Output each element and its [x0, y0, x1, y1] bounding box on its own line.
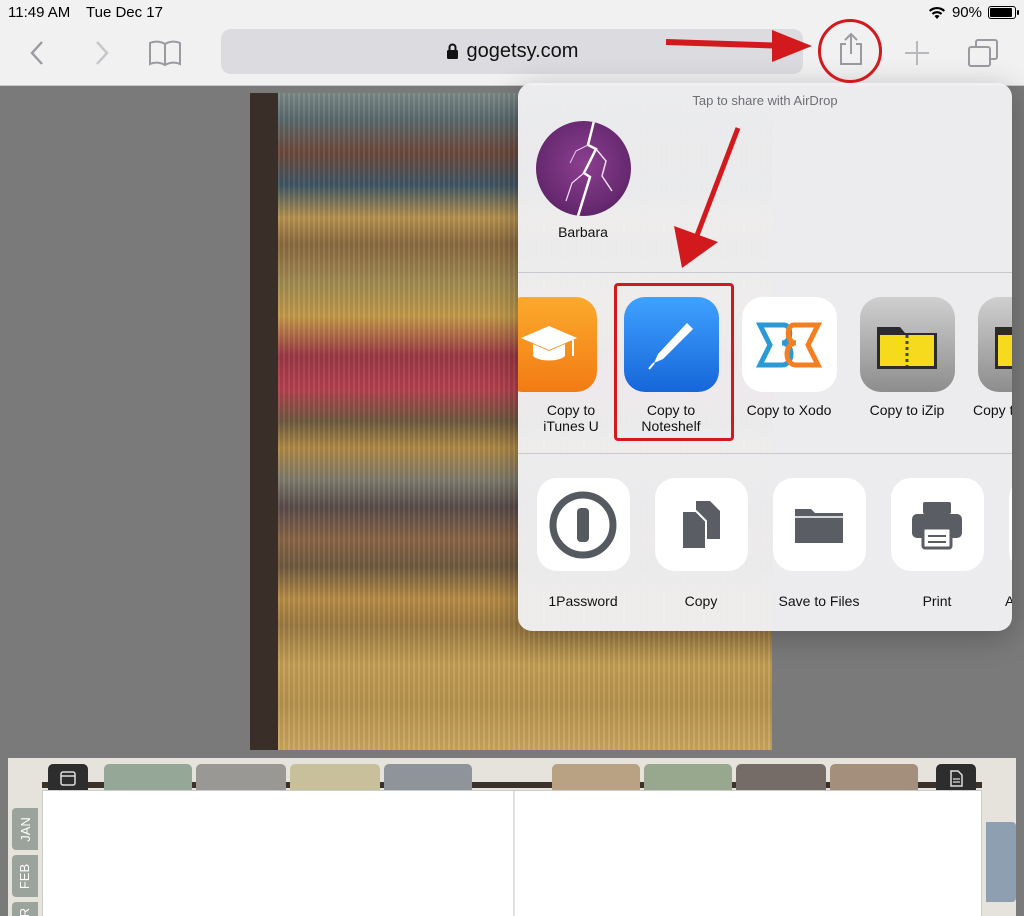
action-copy[interactable]: Copy	[646, 478, 756, 609]
copy-icon	[654, 478, 748, 571]
airdrop-contact-name: Barbara	[558, 224, 608, 240]
back-button[interactable]	[20, 36, 54, 70]
cover-spine	[250, 93, 278, 750]
folder-icon	[772, 478, 866, 571]
calendar-tab[interactable]	[48, 764, 88, 792]
planner-tab[interactable]	[384, 764, 472, 792]
notes-tab[interactable]	[936, 764, 976, 792]
app-xodo[interactable]: Copy to Xodo	[734, 297, 844, 418]
new-tab-button[interactable]	[900, 36, 934, 70]
tabs-button[interactable]	[966, 36, 1000, 70]
airdrop-hint: Tap to share with AirDrop	[692, 93, 838, 108]
url-text: gogetsy.com	[466, 40, 579, 62]
calendar-icon	[60, 771, 76, 786]
bookmarks-icon	[149, 40, 181, 67]
app-noteshelf[interactable]: Copy to Noteshelf	[616, 297, 726, 434]
forward-button[interactable]	[85, 36, 119, 70]
app-partial[interactable]: Copy t	[970, 297, 1012, 418]
app-izip[interactable]: Copy to iZip	[852, 297, 962, 418]
action-save-to-files[interactable]: Save to Files	[764, 478, 874, 609]
action-partial[interactable]: A	[1000, 478, 1012, 609]
itunes-u-icon	[518, 297, 597, 392]
izip-folder-icon	[859, 297, 955, 392]
status-date: Tue Dec 17	[86, 4, 163, 21]
chevron-left-icon	[30, 41, 43, 65]
share-icon	[840, 32, 862, 65]
battery-icon	[988, 6, 1019, 19]
lock-icon	[446, 43, 458, 59]
planner-tab[interactable]	[552, 764, 640, 792]
printer-icon	[890, 478, 984, 571]
tabs-icon	[968, 39, 998, 67]
1password-icon	[536, 478, 630, 571]
airdrop-contact-avatar[interactable]	[536, 121, 631, 216]
planner-tab[interactable]	[196, 764, 286, 792]
action-partial-icon	[1008, 478, 1012, 571]
reload-icon[interactable]	[769, 41, 789, 61]
status-right: 90%	[928, 4, 1019, 21]
chevron-right-icon	[96, 41, 109, 65]
planner-tab[interactable]	[830, 764, 918, 792]
month-tab-feb[interactable]: FEB	[12, 855, 38, 897]
month-tab-mar[interactable]: R	[12, 902, 38, 916]
address-bar[interactable]: gogetsy.com	[221, 29, 803, 74]
wifi-icon	[928, 6, 945, 19]
planner-tab[interactable]	[104, 764, 192, 792]
action-print[interactable]: Print	[882, 478, 992, 609]
status-time: 11:49 AM	[8, 4, 71, 21]
noteshelf-pen-icon	[623, 297, 719, 392]
planner-pages	[42, 790, 982, 916]
share-sheet: Tap to share with AirDrop Barbara Copy t…	[518, 83, 1012, 631]
planner-preview: JAN FEB R	[8, 758, 1016, 916]
month-tab-jan[interactable]: JAN	[12, 808, 38, 850]
planner-tab[interactable]	[290, 764, 380, 792]
planner-tab[interactable]	[736, 764, 826, 792]
bookmarks-button[interactable]	[148, 36, 182, 70]
browser-toolbar: 11:49 AM Tue Dec 17 90% gogetsy.com	[0, 0, 1024, 86]
battery-percent: 90%	[951, 4, 982, 21]
planner-tab[interactable]	[644, 764, 732, 792]
plus-icon	[905, 41, 929, 65]
lightning-icon	[565, 121, 613, 216]
xodo-icon	[741, 297, 837, 392]
action-1password[interactable]: 1Password	[528, 478, 638, 609]
side-tab[interactable]	[986, 822, 1016, 902]
app-itunes-u[interactable]: Copy to iTunes U	[518, 297, 604, 434]
folder-icon	[977, 297, 1012, 392]
share-button[interactable]	[834, 32, 868, 66]
document-icon	[950, 769, 963, 787]
